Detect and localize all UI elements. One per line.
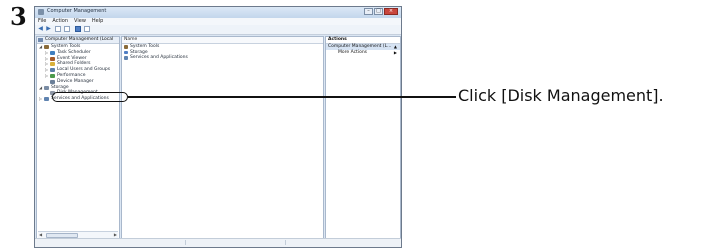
collapsed-arrow-icon[interactable]: ▷	[39, 96, 42, 102]
callout-line	[128, 96, 456, 98]
device-manager-icon	[50, 79, 55, 84]
tree-root-label: Computer Management (Local	[45, 37, 114, 42]
tree-root[interactable]: Computer Management (Local	[37, 37, 119, 44]
menu-file[interactable]: File	[38, 18, 46, 25]
up-folder-icon[interactable]	[55, 26, 61, 32]
step-number: 3	[10, 2, 27, 31]
list-item-label: Services and Applications	[130, 55, 188, 60]
task-scheduler-icon	[50, 50, 55, 55]
window-title: Computer Management	[47, 8, 107, 14]
local-users-and-groups-icon	[50, 68, 55, 73]
event-viewer-icon	[50, 56, 55, 61]
status-segment	[285, 240, 286, 245]
maximize-button[interactable]: □	[374, 8, 383, 15]
name-column-header[interactable]: Name	[122, 37, 323, 44]
forward-arrow-icon[interactable]: ▶	[45, 26, 52, 32]
scroll-right-icon[interactable]: ▶	[114, 232, 117, 237]
system-tools-icon	[124, 45, 128, 49]
back-arrow-icon[interactable]: ◀	[37, 26, 44, 32]
storage-icon	[124, 50, 128, 54]
computer-management-icon	[38, 9, 44, 15]
properties-icon[interactable]	[84, 26, 90, 32]
shared-folders-icon	[50, 62, 55, 67]
close-button[interactable]: ×	[384, 8, 398, 15]
menu-help[interactable]: Help	[92, 18, 103, 25]
status-segment	[185, 240, 186, 245]
menu-action[interactable]: Action	[52, 18, 68, 25]
menu-bar: File Action View Help	[35, 18, 401, 25]
callout-instruction: Click [Disk Management].	[458, 86, 664, 105]
action-label: More Actions	[338, 50, 368, 55]
scroll-left-icon[interactable]: ◀	[39, 232, 42, 237]
minimize-button[interactable]: –	[364, 8, 373, 15]
title-bar: Computer Management – □ ×	[35, 7, 401, 18]
tree-horizontal-scrollbar[interactable]: ◀ ▶	[38, 231, 118, 238]
computer-management-window: Computer Management – □ × File Action View…	[34, 6, 402, 248]
show-hide-tree-icon[interactable]	[64, 26, 70, 32]
actions-section-label: Computer Management (L...	[328, 44, 392, 49]
actions-header: Actions	[326, 37, 400, 44]
storage-icon	[44, 85, 49, 90]
list-item-services-and-applications[interactable]: Services and Applications	[122, 55, 323, 61]
services-and-applications-icon	[44, 97, 49, 102]
help-icon[interactable]	[75, 26, 81, 32]
details-pane: Name System Tools Storage Services and App…	[121, 36, 324, 240]
status-bar	[35, 238, 401, 247]
window-controls: – □ ×	[363, 8, 398, 16]
toolbar: ◀ ▶	[35, 25, 401, 35]
disk-management-highlight	[52, 92, 128, 102]
services-and-applications-icon	[124, 56, 128, 60]
submenu-arrow-icon: ▶	[393, 50, 397, 55]
system-tools-icon	[44, 45, 49, 49]
actions-pane: Actions Computer Management (L... ▲ More…	[325, 36, 401, 240]
computer-management-icon	[38, 38, 43, 42]
performance-icon	[50, 73, 55, 78]
menu-view[interactable]: View	[74, 18, 86, 25]
more-actions-item[interactable]: More Actions ▶	[326, 50, 400, 56]
console-tree: Computer Management (Local ◢ System Tools…	[36, 36, 120, 240]
